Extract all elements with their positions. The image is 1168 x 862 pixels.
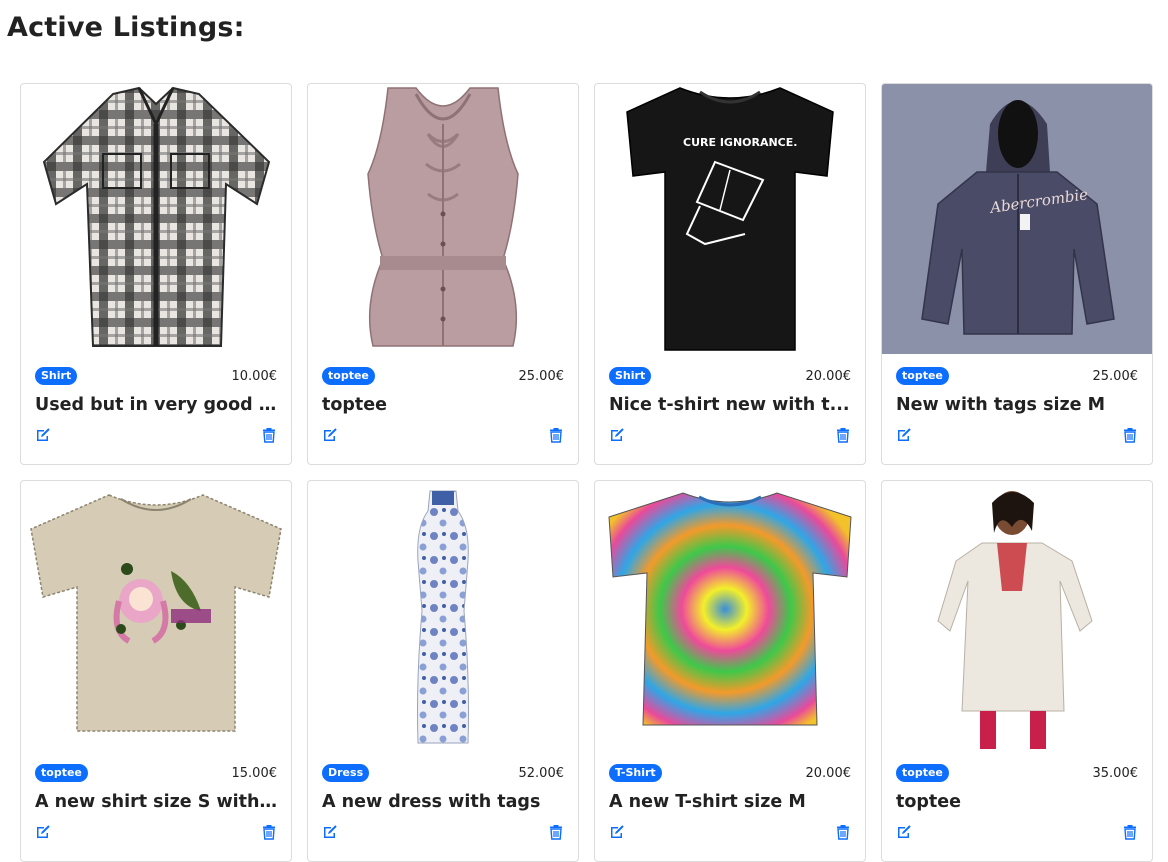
page-title: Active Listings: — [7, 12, 245, 43]
listing-image[interactable] — [308, 84, 578, 354]
listing-image[interactable]: CURE IGNORANCE. — [595, 84, 865, 354]
listing-title[interactable]: A new dress with tags — [322, 792, 564, 812]
listing-title[interactable]: New with tags size M — [896, 395, 1138, 415]
edit-icon[interactable] — [322, 824, 338, 840]
listing-image[interactable] — [308, 481, 578, 751]
edit-icon[interactable] — [896, 427, 912, 443]
edit-icon[interactable] — [609, 427, 625, 443]
listing-title[interactable]: Nice t-shirt new with t... — [609, 395, 851, 415]
price: 10.00€ — [231, 368, 278, 384]
category-badge: Dress — [322, 764, 370, 782]
listing-card[interactable]: T-Shirt 20.00€ A new T-shirt size M — [594, 480, 866, 862]
price: 20.00€ — [805, 765, 852, 781]
price: 25.00€ — [518, 368, 565, 384]
plaid-shirt-image — [42, 86, 271, 347]
category-badge: toptee — [35, 764, 88, 782]
listing-title[interactable]: Used but in very good c... — [35, 395, 277, 415]
listing-card[interactable]: Abercrombie toptee 25.00€ New with tags … — [881, 83, 1153, 465]
trash-icon[interactable] — [261, 427, 277, 443]
trash-icon[interactable] — [835, 824, 851, 840]
anime-tshirt-image — [30, 494, 282, 732]
floral-dress-image — [417, 490, 469, 744]
listings-grid: Shirt 10.00€ Used but in very good c... — [20, 83, 1153, 862]
hoodie-image: Abercrombie — [882, 84, 1152, 354]
listing-image[interactable] — [21, 481, 291, 751]
tiedye-tshirt-image — [608, 492, 852, 726]
price: 20.00€ — [805, 368, 852, 384]
listing-image[interactable] — [595, 481, 865, 751]
trash-icon[interactable] — [1122, 427, 1138, 443]
listing-image[interactable] — [882, 481, 1152, 751]
category-badge: Shirt — [609, 367, 652, 385]
trash-icon[interactable] — [261, 824, 277, 840]
listing-card[interactable]: Shirt 10.00€ Used but in very good c... — [20, 83, 292, 465]
listing-card[interactable]: CURE IGNORANCE. Shirt 20.00€ Nice t-shir… — [594, 83, 866, 465]
edit-icon[interactable] — [35, 427, 51, 443]
price: 15.00€ — [231, 765, 278, 781]
ruffle-blouse-image — [367, 87, 519, 347]
price: 52.00€ — [518, 765, 565, 781]
trash-icon[interactable] — [548, 427, 564, 443]
trash-icon[interactable] — [1122, 824, 1138, 840]
listing-title[interactable]: A new T-shirt size M — [609, 792, 851, 812]
trash-icon[interactable] — [548, 824, 564, 840]
category-badge: T-Shirt — [609, 764, 662, 782]
price: 35.00€ — [1092, 765, 1139, 781]
listing-title[interactable]: A new shirt size S with... — [35, 792, 277, 812]
edit-icon[interactable] — [896, 824, 912, 840]
listing-card[interactable]: toptee 35.00€ toptee — [881, 480, 1153, 862]
trash-icon[interactable] — [835, 427, 851, 443]
edit-icon[interactable] — [609, 824, 625, 840]
kurti-model-image — [937, 491, 1093, 749]
edit-icon[interactable] — [35, 824, 51, 840]
black-tshirt-image: CURE IGNORANCE. — [626, 87, 834, 351]
listing-title[interactable]: toptee — [896, 792, 1138, 812]
listing-card[interactable]: Dress 52.00€ A new dress with tags — [307, 480, 579, 862]
listing-title[interactable]: toptee — [322, 395, 564, 415]
category-badge: toptee — [322, 367, 375, 385]
category-badge: Shirt — [35, 367, 78, 385]
listing-image[interactable] — [21, 84, 291, 354]
listing-card[interactable]: toptee 15.00€ A new shirt size S with... — [20, 480, 292, 862]
category-badge: toptee — [896, 764, 949, 782]
listing-image[interactable]: Abercrombie — [882, 84, 1152, 354]
category-badge: toptee — [896, 367, 949, 385]
edit-icon[interactable] — [322, 427, 338, 443]
price: 25.00€ — [1092, 368, 1139, 384]
tshirt-print-text: CURE IGNORANCE. — [683, 136, 797, 149]
listing-card[interactable]: toptee 25.00€ toptee — [307, 83, 579, 465]
